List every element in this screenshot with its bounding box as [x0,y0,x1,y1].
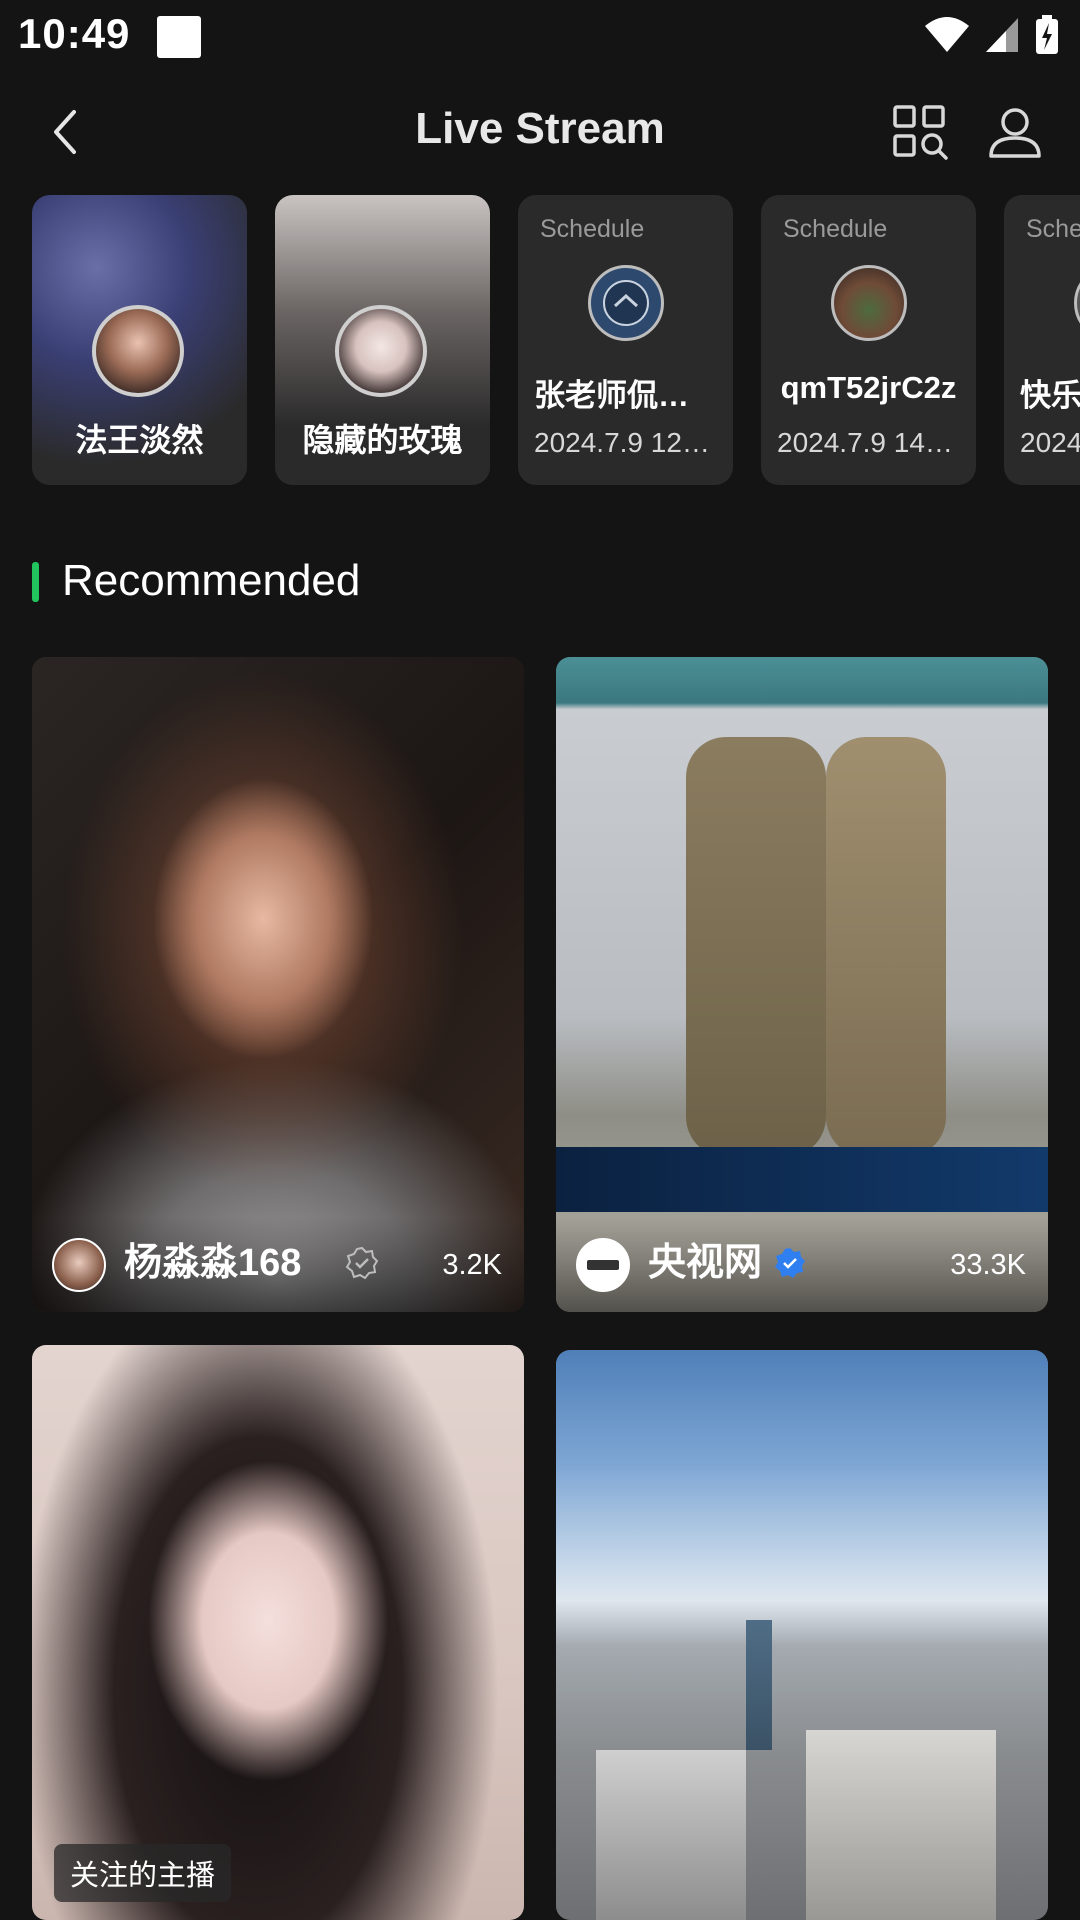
soldier-figure [826,737,946,1157]
status-time: 10:49 [18,10,131,57]
avatar [335,305,427,397]
schedule-name: qmT52jrC2z [780,370,957,405]
live-card[interactable]: 隐藏的玫瑰 [275,195,490,485]
schedule-name: 张老师侃文化 [534,378,720,413]
live-carousel[interactable]: 法王淡然 隐藏的玫瑰 Schedule 张老师侃文化 2024.7.9 12:0… [0,195,1080,485]
section-title: Recommended [62,556,361,605]
verified-icon [775,1248,805,1278]
profile-button[interactable] [985,102,1045,162]
schedule-label: Schedule [540,215,645,243]
live-card-name: 隐藏的玫瑰 [302,422,463,458]
battery-charging-icon [1036,15,1058,54]
signal-icon [986,18,1018,52]
stream-tile[interactable]: 央视网 33.3K [556,657,1048,1312]
live-card[interactable]: 法王淡然 [32,195,247,485]
status-bar: 10:49 [0,0,1080,75]
followed-streamer-tag: 关注的主播 [54,1844,232,1902]
schedule-date: 2024.7.9 12:00 [534,427,721,458]
stream-tile[interactable] [556,1350,1048,1920]
header: Live Stream [0,90,1080,175]
streamer-name: 杨淼淼168 [124,1242,302,1284]
stream-thumbnail [32,1345,524,1920]
building-block [806,1730,996,1920]
news-banner [556,1147,1048,1212]
live-card-name: 法王淡然 [75,422,204,458]
notification-icon [157,16,201,58]
schedule-label: Schedule [783,215,888,243]
avatar [831,265,907,341]
wifi-icon [925,17,969,52]
stream-tile[interactable]: 杨淼淼168 3.2K [32,657,524,1312]
user-icon [989,108,1041,158]
schedule-date: 2024.7.9 14:00 [777,427,964,458]
streamer-name: 央视网 [648,1242,763,1284]
cctv-logo-icon [579,1241,627,1289]
avatar [1074,265,1080,341]
schedule-date: 2024.7.9 [1020,427,1080,458]
viewer-count: 3.2K [442,1249,502,1281]
avatar [576,1238,630,1292]
section-accent-bar [32,562,39,602]
soldier-figure [686,737,826,1157]
schedule-label: Schedule [1026,215,1080,243]
verified-outline-icon [345,1246,379,1280]
stream-tile[interactable]: 关注的主播 [32,1345,524,1920]
scan-button[interactable] [890,102,950,162]
viewer-count: 33.3K [950,1249,1026,1281]
building-block [596,1750,746,1920]
schedule-card[interactable]: Schedule 快乐 2024.7.9 [1004,195,1080,485]
avatar [52,1238,106,1292]
avatar [588,265,664,341]
schedule-name: 快乐 [1020,378,1080,413]
grid-search-icon [893,105,948,160]
schedule-card[interactable]: Schedule 张老师侃文化 2024.7.9 12:00 [518,195,733,485]
emblem-icon [603,280,649,326]
stream-thumbnail [32,657,524,1312]
schedule-card[interactable]: Schedule qmT52jrC2z 2024.7.9 14:00 [761,195,976,485]
skyscraper [746,1620,772,1750]
avatar [92,305,184,397]
